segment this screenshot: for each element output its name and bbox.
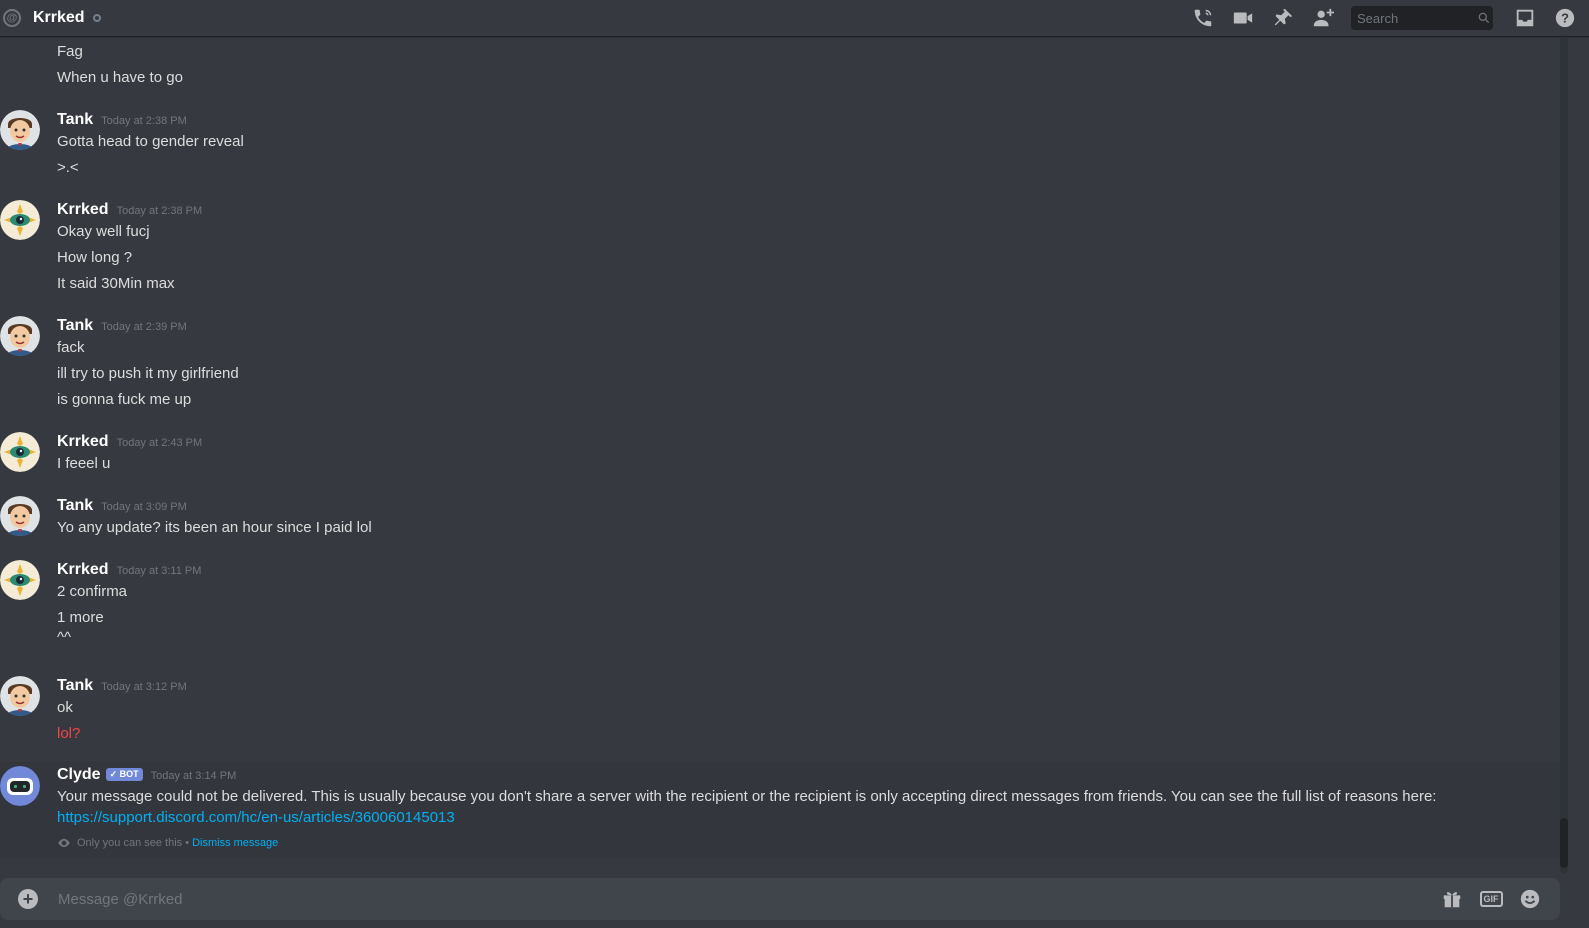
message-composer: + GIF: [0, 878, 1560, 920]
timestamp: Today at 3:11 PM: [116, 565, 202, 577]
inbox-icon[interactable]: [1513, 6, 1537, 30]
timestamp: Today at 2:43 PM: [116, 437, 203, 449]
avatar-krrked[interactable]: [0, 560, 40, 600]
pinned-messages-icon[interactable]: [1271, 6, 1295, 30]
eye-icon: [58, 838, 70, 848]
system-message-text: Your message could not be delivered. Thi…: [57, 788, 1437, 805]
help-icon[interactable]: ?: [1553, 6, 1577, 30]
scrollbar-track[interactable]: [1560, 37, 1568, 873]
message-line: Okay well fucj: [57, 223, 150, 240]
message-line: 2 confirma: [57, 583, 128, 600]
message-line: I feeel u: [57, 455, 111, 472]
author-name[interactable]: Tank: [57, 497, 93, 515]
author-name[interactable]: Krrked: [57, 561, 109, 579]
add-friends-to-dm-icon[interactable]: [1311, 6, 1335, 30]
status-idle-icon: [92, 14, 101, 22]
at-icon: @: [3, 9, 21, 27]
channel-header: @ Krrked ?: [0, 0, 1589, 37]
message-line: fack: [57, 339, 85, 356]
message-header: Krrked Today at 3:11 PM: [57, 561, 201, 579]
timestamp: Today at 2:39 PM: [101, 321, 187, 333]
support-link[interactable]: https://support.discord.com/hc/en-us/art…: [57, 809, 455, 826]
author-name[interactable]: Tank: [57, 317, 93, 335]
search-input[interactable]: [1351, 10, 1475, 26]
gif-icon[interactable]: GIF: [1479, 887, 1503, 911]
author-name[interactable]: Krrked: [57, 433, 109, 451]
message-header: Tank Today at 2:38 PM: [57, 111, 187, 129]
timestamp: Today at 3:12 PM: [101, 681, 187, 693]
message-line: Fag: [57, 43, 83, 60]
timestamp: Today at 3:09 PM: [101, 501, 187, 513]
message-line: Yo any update? its been an hour since I …: [57, 519, 372, 536]
message-line: 1 more: [57, 609, 104, 626]
message-line: ^^: [57, 629, 72, 646]
gif-label: GIF: [1479, 891, 1503, 907]
avatar-tank[interactable]: [0, 676, 40, 716]
message-line: >.<: [57, 159, 79, 176]
avatar-clyde[interactable]: [0, 766, 40, 806]
message-line: It said 30Min max: [57, 275, 175, 292]
message-line: How long ?: [57, 249, 133, 266]
avatar-krrked[interactable]: [0, 200, 40, 240]
ephemeral-note: Only you can see this •: [77, 837, 190, 849]
ephemeral-notice: Only you can see this • Dismiss message: [57, 837, 278, 849]
author-name[interactable]: Krrked: [57, 201, 109, 219]
attach-plus-icon[interactable]: +: [18, 889, 38, 909]
gift-icon[interactable]: [1440, 887, 1464, 911]
dismiss-message-link[interactable]: Dismiss message: [192, 837, 278, 849]
timestamp: Today at 2:38 PM: [116, 205, 203, 217]
channel-name[interactable]: Krrked: [33, 9, 85, 27]
message-line: When u have to go: [57, 69, 183, 86]
failed-message-line[interactable]: lol?: [57, 725, 80, 742]
message-header: Clyde ✓ BOT Today at 3:14 PM: [57, 766, 236, 784]
search-box[interactable]: [1351, 6, 1493, 30]
avatar-tank[interactable]: [0, 110, 40, 150]
author-name[interactable]: Tank: [57, 677, 93, 695]
timestamp: Today at 2:38 PM: [101, 115, 187, 127]
author-name[interactable]: Clyde: [57, 766, 101, 784]
message-line: ill try to push it my girlfriend: [57, 365, 239, 382]
message-line: ok: [57, 699, 73, 716]
message-header: Tank Today at 3:12 PM: [57, 677, 187, 695]
message-header: Tank Today at 2:39 PM: [57, 317, 187, 335]
message-header: Krrked Today at 2:38 PM: [57, 201, 202, 219]
scrollbar-thumb[interactable]: [1560, 818, 1568, 868]
message-line: Gotta head to gender reveal: [57, 133, 244, 150]
message-header: Krrked Today at 2:43 PM: [57, 433, 202, 451]
message-line: is gonna fuck me up: [57, 391, 192, 408]
avatar-tank[interactable]: [0, 316, 40, 356]
bot-tag: ✓ BOT: [105, 768, 143, 781]
header-toolbar: ?: [1191, 0, 1589, 36]
avatar-krrked[interactable]: [0, 432, 40, 472]
author-name[interactable]: Tank: [57, 111, 93, 129]
message-input[interactable]: [56, 889, 1440, 909]
svg-text:?: ?: [1561, 11, 1569, 26]
search-icon: [1478, 12, 1490, 24]
start-video-call-icon[interactable]: [1231, 6, 1255, 30]
emoji-icon[interactable]: [1518, 887, 1542, 911]
avatar-tank[interactable]: [0, 496, 40, 536]
start-voice-call-icon[interactable]: [1191, 6, 1215, 30]
message-list[interactable]: Fag When u have to go Tank Today at 2:38…: [0, 37, 1560, 873]
timestamp: Today at 3:14 PM: [150, 770, 237, 782]
message-header: Tank Today at 3:09 PM: [57, 497, 187, 515]
